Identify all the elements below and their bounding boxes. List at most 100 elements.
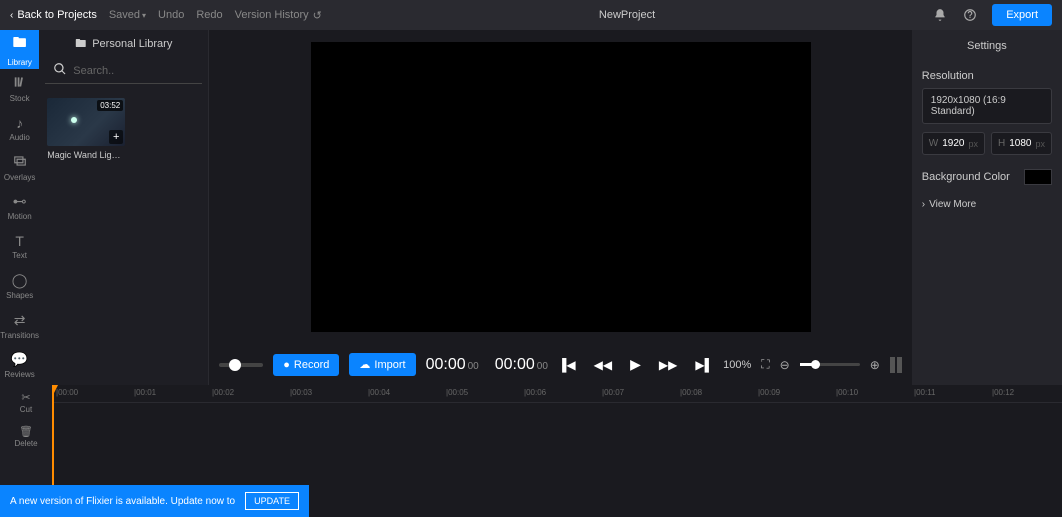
ruler-tick: |00:00 (56, 388, 78, 397)
top-bar-right: Export (932, 4, 1052, 26)
sidebar-item-reviews[interactable]: 💬Reviews (0, 346, 39, 385)
search-input[interactable] (73, 65, 215, 77)
shapes-icon: ◯ (12, 272, 28, 289)
clip-thumbnail: 03:52 + (47, 98, 125, 146)
ruler-tick: |00:10 (836, 388, 858, 397)
library-panel: 🖿 Personal Library ⇅ 03:52 + Magic Wand … (39, 30, 209, 385)
import-button[interactable]: ☁Import (349, 353, 415, 376)
ruler-tick: |00:03 (290, 388, 312, 397)
chevron-left-icon: ‹ (10, 10, 13, 21)
cut-button[interactable]: ✂Cut (0, 385, 52, 419)
forward-button[interactable]: ▶▶ (659, 358, 677, 372)
sidebar-item-shapes[interactable]: ◯Shapes (0, 267, 39, 306)
ruler-tick: |00:12 (992, 388, 1014, 397)
update-text: A new version of Flixier is available. U… (10, 496, 235, 507)
ruler-tick: |00:07 (602, 388, 624, 397)
view-more-button[interactable]: ›View More (922, 199, 1052, 210)
reviews-icon: 💬 (11, 351, 28, 368)
sidebar-item-motion[interactable]: ⊷Motion (0, 188, 39, 227)
help-icon[interactable] (962, 7, 978, 23)
add-clip-icon[interactable]: + (109, 130, 123, 144)
delete-button[interactable]: 🗑Delete (0, 419, 52, 453)
media-clip[interactable]: 03:52 + Magic Wand Light... (47, 98, 125, 160)
undo-button[interactable]: Undo (158, 9, 184, 21)
sidebar-item-audio[interactable]: ♪Audio (0, 109, 39, 148)
redo-button[interactable]: Redo (196, 9, 222, 21)
export-button[interactable]: Export (992, 4, 1052, 26)
ruler-tick: |00:09 (758, 388, 780, 397)
library-header[interactable]: 🖿 Personal Library (39, 30, 208, 58)
project-name[interactable]: NewProject (332, 9, 922, 21)
search-icon (53, 62, 67, 79)
zoom-out-icon[interactable]: ⊖ (780, 358, 790, 372)
playback-controls: ▐◀ ◀◀ ▶ ▶▶ ▶▌ (558, 356, 713, 373)
history-icon: ↺ (313, 9, 322, 22)
ruler-tick: |00:04 (368, 388, 390, 397)
search-row: ⇅ (45, 58, 202, 84)
clip-duration: 03:52 (97, 100, 123, 111)
notifications-icon[interactable] (932, 7, 948, 23)
fullscreen-icon[interactable]: ⛶ (761, 357, 769, 372)
audio-icon: ♪ (16, 115, 23, 131)
next-button[interactable]: ▶▌ (695, 358, 713, 372)
sidebar-item-overlays[interactable]: Overlays (0, 148, 39, 187)
timeline-tools: ✂Cut 🗑Delete (0, 385, 52, 487)
timeline-body[interactable]: |00:00 |00:01 |00:02 |00:03 |00:04 |00:0… (52, 385, 1062, 487)
rewind-button[interactable]: ◀◀ (594, 358, 612, 372)
motion-icon: ⊷ (13, 193, 27, 210)
back-to-projects-button[interactable]: ‹ Back to Projects (10, 9, 97, 21)
main-area: 🖿Library Stock ♪Audio Overlays ⊷Motion T… (0, 30, 1062, 385)
dimensions-row: W1920px H1080px (922, 132, 1052, 155)
zoom-slider[interactable] (800, 363, 860, 366)
back-label: Back to Projects (17, 9, 96, 21)
transitions-icon: ⇄ (14, 312, 26, 329)
zoom-percent[interactable]: 100% (723, 359, 751, 371)
resolution-select[interactable]: 1920x1080 (16:9 Standard) (922, 88, 1052, 124)
stock-icon (13, 75, 27, 92)
controls-bar: ●Record ☁Import 00:00 00 00:00 00 ▐◀ ◀◀ … (209, 344, 912, 385)
saved-status: Saved▾ (109, 9, 146, 21)
timeline-ruler[interactable]: |00:00 |00:01 |00:02 |00:03 |00:04 |00:0… (52, 385, 1062, 403)
top-bar-left: ‹ Back to Projects Saved▾ Undo Redo Vers… (10, 9, 322, 22)
ruler-tick: |00:06 (524, 388, 546, 397)
timeline: ✂Cut 🗑Delete |00:00 |00:01 |00:02 |00:03… (0, 385, 1062, 487)
clip-name: Magic Wand Light... (47, 150, 125, 160)
zoom-area: 100% ⛶ ⊖ ⊕ (723, 357, 902, 373)
ruler-tick: |00:08 (680, 388, 702, 397)
update-button[interactable]: UPDATE (245, 492, 299, 510)
preview-canvas[interactable] (311, 42, 811, 332)
trash-icon: 🗑 (19, 425, 33, 438)
height-input[interactable]: H1080px (991, 132, 1052, 155)
sidebar-item-text[interactable]: TText (0, 227, 39, 266)
top-bar: ‹ Back to Projects Saved▾ Undo Redo Vers… (0, 0, 1062, 30)
bg-color-swatch[interactable] (1024, 169, 1052, 185)
overlays-icon (13, 154, 27, 171)
sidebar-item-stock[interactable]: Stock (0, 69, 39, 108)
folder-icon: 🖿 (75, 35, 86, 54)
prev-button[interactable]: ▐◀ (558, 358, 576, 372)
resolution-label: Resolution (922, 70, 1052, 82)
ruler-tick: |00:11 (914, 388, 936, 397)
bg-color-label: Background Color (922, 171, 1010, 183)
caret-down-icon[interactable]: ▾ (142, 11, 146, 20)
ruler-tick: |00:01 (134, 388, 156, 397)
text-icon: T (15, 233, 24, 249)
ruler-tick: |00:02 (212, 388, 234, 397)
level-bars-icon[interactable] (890, 357, 902, 373)
side-nav: 🖿Library Stock ♪Audio Overlays ⊷Motion T… (0, 30, 39, 385)
playhead[interactable] (52, 385, 54, 487)
preview-area: ●Record ☁Import 00:00 00 00:00 00 ▐◀ ◀◀ … (209, 30, 912, 385)
zoom-in-icon[interactable]: ⊕ (870, 358, 880, 372)
record-button[interactable]: ●Record (273, 354, 339, 376)
chevron-right-icon: › (922, 199, 925, 210)
sidebar-item-library[interactable]: 🖿Library (0, 30, 39, 69)
volume-slider[interactable] (219, 363, 263, 367)
play-button[interactable]: ▶ (630, 356, 641, 373)
ruler-tick: |00:05 (446, 388, 468, 397)
version-history-button[interactable]: Version History ↺ (235, 9, 322, 22)
sidebar-item-transitions[interactable]: ⇄Transitions (0, 306, 39, 345)
folder-icon: 🖿 (13, 32, 27, 56)
cut-icon: ✂ (21, 391, 30, 404)
settings-title: Settings (912, 30, 1062, 62)
width-input[interactable]: W1920px (922, 132, 985, 155)
